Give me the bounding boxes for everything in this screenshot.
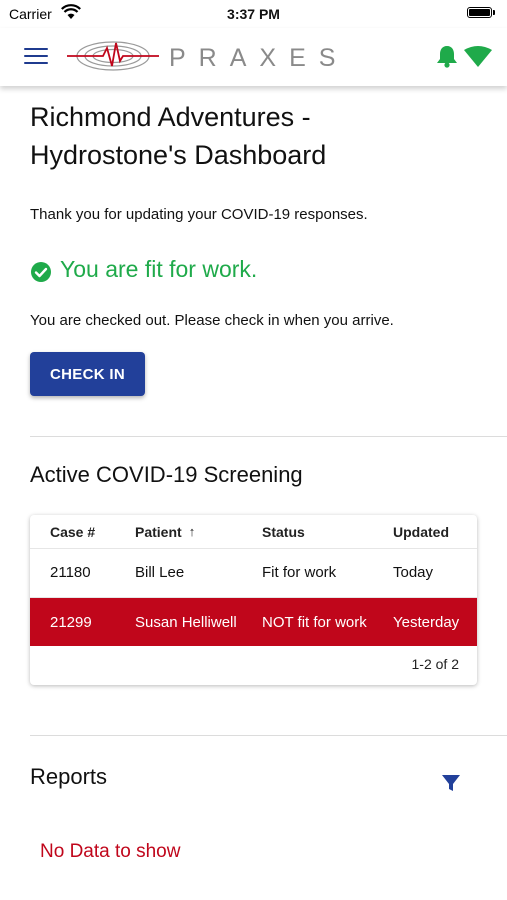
column-header-updated[interactable]: Updated xyxy=(393,515,449,548)
table-row[interactable]: 21180 Bill Lee Fit for work Today xyxy=(30,548,477,598)
app-header: PRAXES xyxy=(0,28,507,86)
praxes-logo-icon xyxy=(67,39,159,78)
check-in-button[interactable]: CHECK IN xyxy=(30,352,145,396)
column-header-patient[interactable]: Patient ↑ xyxy=(135,515,195,548)
status-bar: Carrier 3:37 PM xyxy=(0,0,507,28)
checked-out-message: You are checked out. Please check in whe… xyxy=(30,312,394,329)
column-header-case[interactable]: Case # xyxy=(50,515,95,548)
table-header-row: Case # Patient ↑ Status Updated xyxy=(30,515,477,549)
page-title: Richmond Adventures - Hydrostone's Dashb… xyxy=(30,102,327,170)
filter-icon[interactable] xyxy=(441,773,461,798)
sort-ascending-icon[interactable]: ↑ xyxy=(189,524,196,539)
connection-status-icon xyxy=(463,46,493,73)
clock: 3:37 PM xyxy=(227,6,280,22)
screening-status: Fit for work xyxy=(262,564,337,581)
hamburger-menu-icon[interactable] xyxy=(24,48,48,66)
case-number: 21299 xyxy=(50,613,92,631)
divider xyxy=(30,735,507,736)
case-number: 21180 xyxy=(50,564,91,581)
updated-date: Yesterday xyxy=(393,613,460,631)
bell-icon[interactable] xyxy=(436,44,458,73)
logo-text: PRAXES xyxy=(169,44,349,72)
patient-name: Susan Helliwell xyxy=(135,613,237,631)
updated-date: Today xyxy=(393,564,434,581)
patient-name: Bill Lee xyxy=(135,564,185,581)
column-header-status[interactable]: Status xyxy=(262,515,305,548)
table-row-alert[interactable]: 21299 Susan Helliwell NOT fit for work Y… xyxy=(30,598,477,646)
divider xyxy=(30,436,507,437)
check-circle-icon xyxy=(30,261,52,288)
fit-message: You are fit for work. xyxy=(60,256,258,282)
battery-icon xyxy=(467,7,497,19)
empty-state-message: No Data to show xyxy=(40,841,181,862)
screening-table: Case # Patient ↑ Status Updated 21180 Bi… xyxy=(30,515,477,685)
screening-status: NOT fit for work xyxy=(262,613,367,631)
screening-title: Active COVID-19 Screening xyxy=(30,462,303,487)
column-header-patient-label: Patient xyxy=(135,523,182,540)
reports-title: Reports xyxy=(30,764,108,789)
thanks-message: Thank you for updating your COVID-19 res… xyxy=(30,206,368,223)
pagination-label: 1-2 of 2 xyxy=(411,656,459,672)
